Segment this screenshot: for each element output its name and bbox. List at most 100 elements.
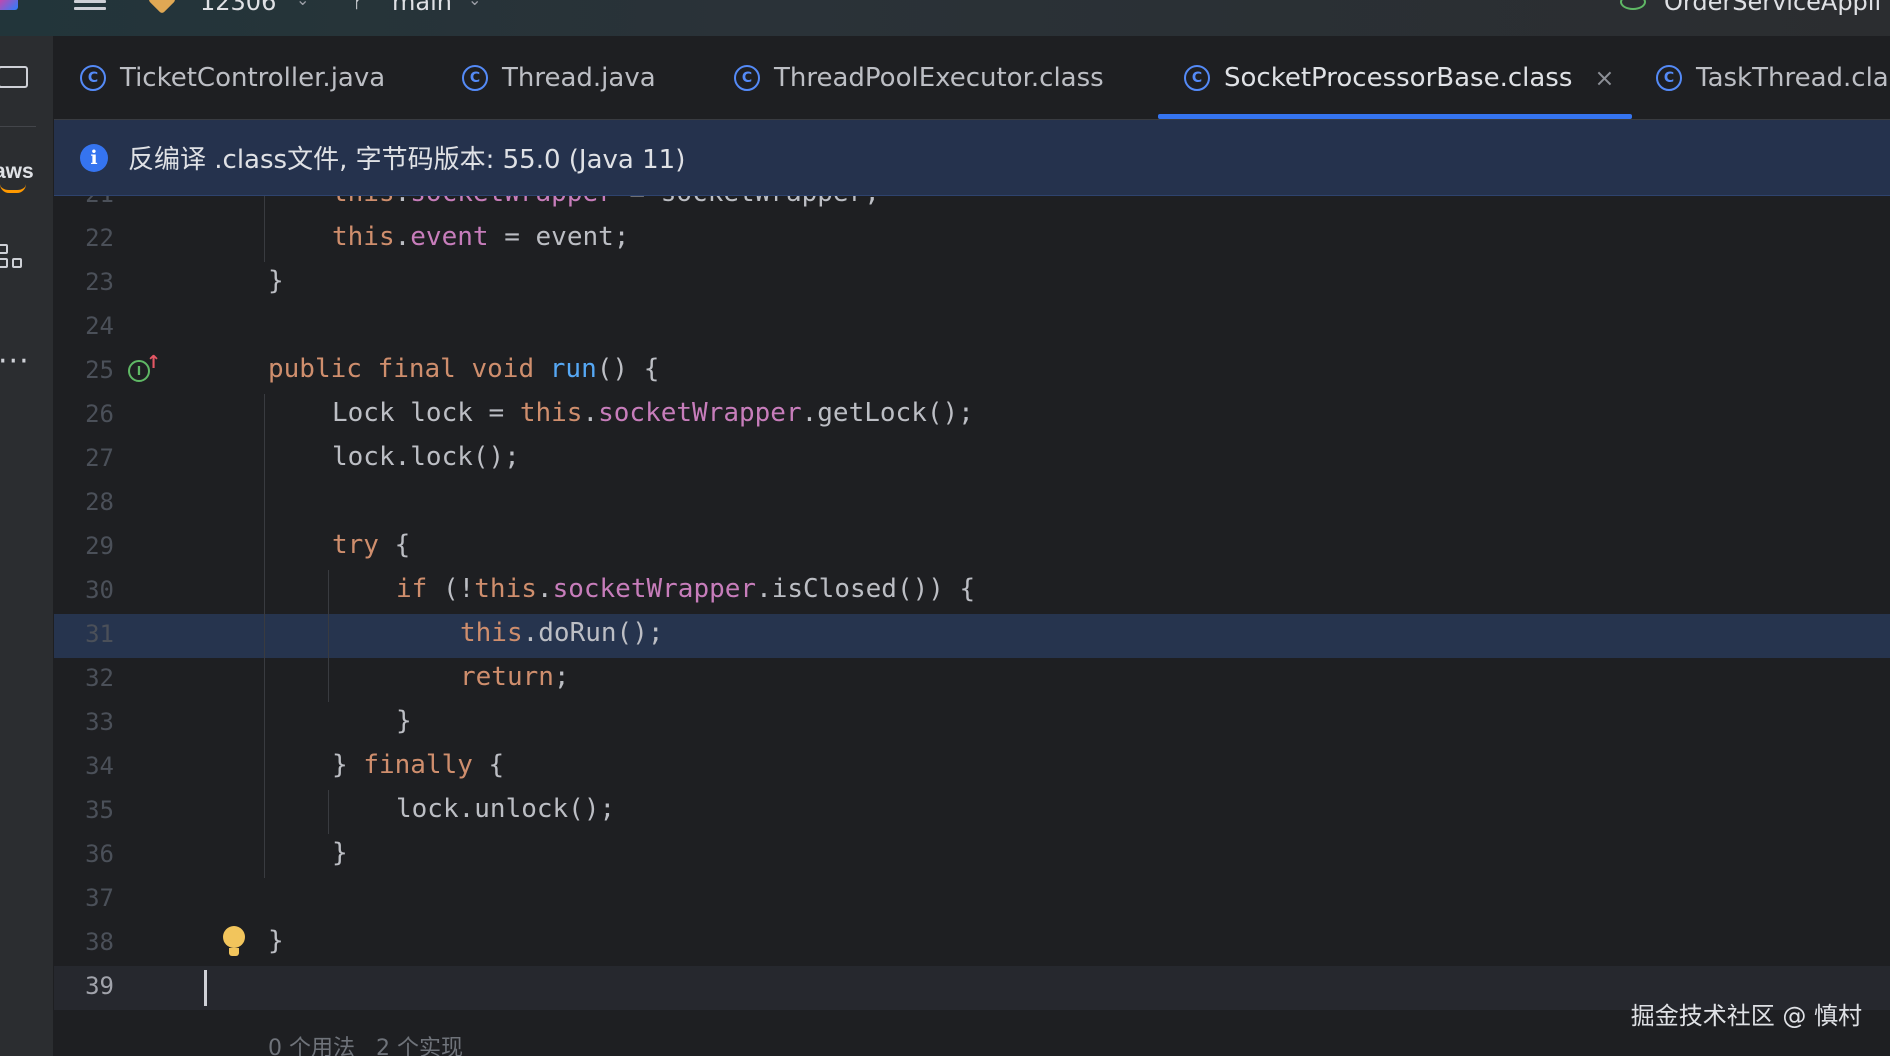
code-line[interactable]: 35 lock.unlock(); xyxy=(54,790,1890,834)
line-number[interactable]: 35 xyxy=(54,796,114,824)
line-number[interactable]: 32 xyxy=(54,664,114,692)
code-line[interactable]: 30 if (!this.socketWrapper.isClosed()) { xyxy=(54,570,1890,614)
code-line[interactable]: 33} xyxy=(54,702,1890,746)
code-line[interactable]: 29 try { xyxy=(54,526,1890,570)
line-number[interactable]: 21 xyxy=(54,196,114,208)
line-number[interactable]: 33 xyxy=(54,708,114,736)
line-number[interactable]: 39 xyxy=(54,972,114,1000)
code-line[interactable]: 21 this.socketWrapper = socketWrapper; xyxy=(54,196,1890,218)
code-token: } xyxy=(332,838,348,868)
code-line[interactable]: 32 return; xyxy=(54,658,1890,702)
code-text: } xyxy=(396,706,412,736)
title-bar: 12306 ⌄ ᚹ main ⌄ OrderServiceAppli xyxy=(0,0,1890,36)
code-token: public final void xyxy=(268,354,550,384)
class-icon: C xyxy=(1184,65,1210,91)
more-icon[interactable]: ··· xyxy=(0,347,30,377)
lightbulb-icon[interactable] xyxy=(223,926,245,960)
line-number[interactable]: 29 xyxy=(54,532,114,560)
code-text: this.socketWrapper = socketWrapper; xyxy=(332,196,880,208)
code-token: = event; xyxy=(488,222,630,252)
code-line[interactable]: 37 xyxy=(54,878,1890,922)
code-token: . xyxy=(395,196,411,208)
code-line[interactable]: 38} xyxy=(54,922,1890,966)
code-token: socketWrapper xyxy=(410,196,614,208)
branch-chevron-down-icon[interactable]: ⌄ xyxy=(468,0,481,9)
code-token: . xyxy=(582,398,599,428)
line-number[interactable]: 27 xyxy=(54,444,114,472)
code-line[interactable]: 23} xyxy=(54,262,1890,306)
code-line[interactable]: 26 Lock lock = this.socketWrapper.getLock… xyxy=(54,394,1890,438)
code-text: try { xyxy=(332,530,410,560)
line-number[interactable]: 25 xyxy=(54,356,114,384)
code-line[interactable]: 24 xyxy=(54,306,1890,350)
code-text: lock.unlock(); xyxy=(396,794,615,824)
code-text: } xyxy=(268,926,284,956)
line-number[interactable]: 38 xyxy=(54,928,114,956)
line-number[interactable]: 34 xyxy=(54,752,114,780)
code-token: finally xyxy=(363,750,473,780)
indent-guide xyxy=(264,196,265,262)
line-number[interactable]: 37 xyxy=(54,884,114,912)
editor-tab-bar: C TicketController.java C Thread.java C … xyxy=(54,36,1890,120)
folder-icon[interactable] xyxy=(0,66,28,88)
line-number[interactable]: 23 xyxy=(54,268,114,296)
line-number[interactable]: 31 xyxy=(54,620,114,648)
code-line[interactable]: 31 this.doRun(); xyxy=(54,614,1890,658)
code-text: this.doRun(); xyxy=(460,618,664,648)
watermark: 掘金技术社区 @ 慎村 xyxy=(1630,1002,1862,1030)
inlay-hint-usages[interactable]: 0 个用法 2 个实现 xyxy=(268,1030,463,1056)
code-text: this.event = event; xyxy=(332,222,629,252)
code-line[interactable]: 22 this.event = event; xyxy=(54,218,1890,262)
tab-threadpoolexecutor[interactable]: C ThreadPoolExecutor.class xyxy=(734,36,1104,120)
code-text: } xyxy=(332,838,348,868)
close-icon[interactable]: × xyxy=(1594,64,1614,92)
code-text: return; xyxy=(460,662,570,692)
project-chevron-down-icon[interactable]: ⌄ xyxy=(296,0,309,9)
main-menu-icon[interactable] xyxy=(74,0,106,14)
code-token: ; xyxy=(553,662,570,692)
aws-toolkit-icon[interactable]: aws xyxy=(0,160,34,193)
structure-icon[interactable] xyxy=(0,244,28,278)
code-token: if xyxy=(396,574,428,604)
run-config-name[interactable]: OrderServiceAppli xyxy=(1664,0,1881,16)
line-number[interactable]: 22 xyxy=(54,224,114,252)
code-token: { xyxy=(378,530,411,560)
code-line[interactable]: 27 lock.lock(); xyxy=(54,438,1890,482)
line-number[interactable]: 30 xyxy=(54,576,114,604)
code-line[interactable]: 28 xyxy=(54,482,1890,526)
code-line[interactable]: 36} xyxy=(54,834,1890,878)
code-text: lock.lock(); xyxy=(332,442,520,472)
tab-socketprocessorbase[interactable]: C SocketProcessorBase.class × xyxy=(1184,36,1614,120)
code-text: public final void run() { xyxy=(268,354,659,384)
tab-label: SocketProcessorBase.class xyxy=(1224,63,1573,93)
code-line[interactable]: 25 public final void run() {I ↑ xyxy=(54,350,1890,394)
code-token: } xyxy=(268,266,284,296)
tab-ticketcontroller[interactable]: C TicketController.java xyxy=(80,36,385,120)
code-line[interactable]: 39 xyxy=(54,966,1890,1010)
jetbrains-logo-icon[interactable] xyxy=(0,0,18,10)
code-line[interactable]: 34} finally { xyxy=(54,746,1890,790)
line-number[interactable]: 28 xyxy=(54,488,114,516)
overrides-arrow-icon[interactable]: ↑ xyxy=(146,352,161,373)
project-name[interactable]: 12306 xyxy=(200,0,276,16)
branch-name[interactable]: main xyxy=(392,0,452,16)
code-token: return xyxy=(460,662,554,692)
line-number[interactable]: 24 xyxy=(54,312,114,340)
code-editor[interactable]: 0 个用法 2 个实现 21 this.socketWrapper = socke… xyxy=(54,196,1890,1056)
line-number[interactable]: 26 xyxy=(54,400,114,428)
indent-guide xyxy=(328,790,329,834)
line-number[interactable]: 36 xyxy=(54,840,114,868)
text-caret xyxy=(204,970,207,1006)
info-icon: i xyxy=(80,143,108,172)
code-token: event xyxy=(410,222,489,252)
class-icon: C xyxy=(462,65,488,91)
code-token: () { xyxy=(596,354,660,384)
code-token: } xyxy=(332,750,364,780)
code-token: } xyxy=(268,926,284,956)
code-token: run xyxy=(549,354,597,384)
code-token: } xyxy=(396,706,412,736)
tab-label: TaskThread.clas xyxy=(1696,63,1890,93)
tab-taskthread[interactable]: C TaskThread.clas xyxy=(1656,36,1890,120)
tool-strip-divider xyxy=(0,126,36,127)
tab-thread[interactable]: C Thread.java xyxy=(462,36,656,120)
